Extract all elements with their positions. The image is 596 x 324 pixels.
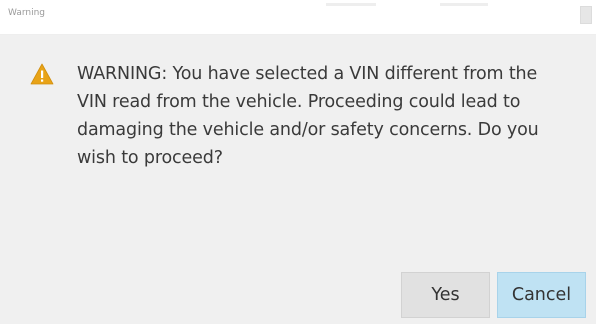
cancel-button[interactable]: Cancel: [497, 272, 586, 318]
warning-message: WARNING: You have selected a VIN differe…: [77, 60, 587, 172]
title-bar-divider: [326, 3, 376, 6]
message-line: damaging the vehicle and/or safety conce…: [77, 120, 539, 140]
warning-dialog: Warning WARNING: You have selected a VIN…: [0, 0, 596, 324]
window-title: Warning: [8, 8, 46, 18]
yes-button[interactable]: Yes: [401, 272, 490, 318]
message-line: WARNING: You have selected a VIN differe…: [77, 64, 538, 84]
warning-triangle-icon: [30, 63, 54, 85]
message-line: wish to proceed?: [77, 148, 223, 168]
message-line: VIN read from the vehicle. Proceeding co…: [77, 92, 521, 112]
close-button[interactable]: [580, 6, 592, 24]
title-bar: Warning: [0, 0, 596, 35]
title-bar-divider: [440, 3, 488, 6]
